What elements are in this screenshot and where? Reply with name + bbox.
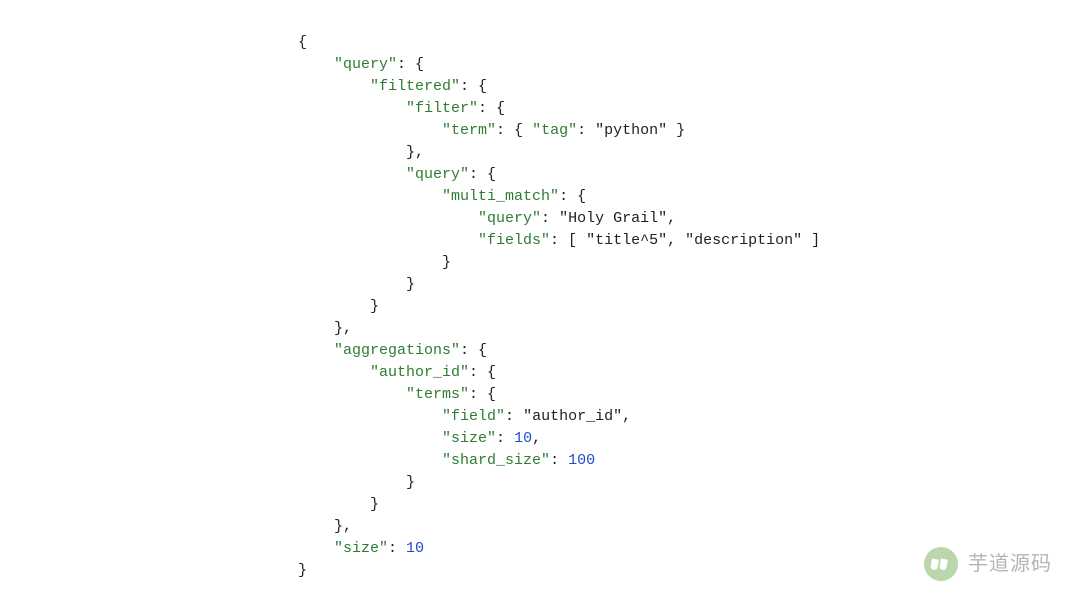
brace-close: }, — [406, 144, 424, 161]
colon: : { — [469, 364, 496, 381]
colon: : — [577, 122, 595, 139]
colon: : { — [469, 166, 496, 183]
brace-close: } — [667, 122, 685, 139]
json-value-10: 10 — [514, 430, 532, 447]
colon: : { — [397, 56, 424, 73]
json-key-authorid: "author_id" — [370, 364, 469, 381]
wechat-icon — [924, 547, 958, 581]
json-key-tag: "tag" — [532, 122, 577, 139]
brace-close: } — [406, 474, 415, 491]
json-key-query3: "query" — [478, 210, 541, 227]
json-key-term: "term" — [442, 122, 496, 139]
json-value-holygrail: "Holy Grail" — [559, 210, 667, 227]
colon: : { — [460, 78, 487, 95]
json-key-filtered: "filtered" — [370, 78, 460, 95]
brace-close: } — [406, 276, 415, 293]
colon: : { — [469, 386, 496, 403]
json-value-100: 100 — [568, 452, 595, 469]
colon: : — [541, 210, 559, 227]
colon: : [ — [550, 232, 586, 249]
json-key-field: "field" — [442, 408, 505, 425]
json-key-multimatch: "multi_match" — [442, 188, 559, 205]
json-key-query: "query" — [334, 56, 397, 73]
json-value-authorid: "author_id" — [523, 408, 622, 425]
json-key-filter: "filter" — [406, 100, 478, 117]
json-key-terms: "terms" — [406, 386, 469, 403]
watermark: 芋道源码 — [924, 547, 1052, 581]
brace-close: } — [370, 298, 379, 315]
json-key-fields: "fields" — [478, 232, 550, 249]
colon: : { — [478, 100, 505, 117]
json-value-python: "python" — [595, 122, 667, 139]
brace-close: }, — [334, 518, 352, 535]
json-key-query2: "query" — [406, 166, 469, 183]
colon: : — [388, 540, 406, 557]
colon: : — [496, 430, 514, 447]
comma: , — [667, 210, 676, 227]
colon: : { — [496, 122, 532, 139]
colon: : { — [559, 188, 586, 205]
json-value-description: "description" — [685, 232, 802, 249]
json-key-shardsize: "shard_size" — [442, 452, 550, 469]
json-value-10b: 10 — [406, 540, 424, 557]
json-key-size2: "size" — [334, 540, 388, 557]
code-snippet: { "query": { "filtered": { "filter": { "… — [0, 0, 1080, 582]
comma: , — [532, 430, 541, 447]
bracket-close: ] — [802, 232, 820, 249]
brace-close: } — [370, 496, 379, 513]
colon: : — [505, 408, 523, 425]
comma: , — [667, 232, 685, 249]
comma: , — [622, 408, 631, 425]
json-key-size: "size" — [442, 430, 496, 447]
brace-close: } — [298, 562, 307, 579]
watermark-text: 芋道源码 — [968, 553, 1052, 575]
json-value-title5: "title^5" — [586, 232, 667, 249]
brace: { — [298, 34, 307, 51]
colon: : — [550, 452, 568, 469]
brace-close: } — [442, 254, 451, 271]
brace-close: }, — [334, 320, 352, 337]
colon: : { — [460, 342, 487, 359]
json-key-aggregations: "aggregations" — [334, 342, 460, 359]
